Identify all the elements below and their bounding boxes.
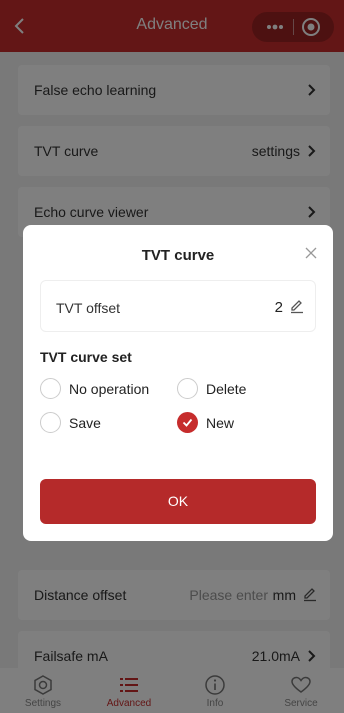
checkmark-icon: [182, 418, 193, 427]
radio-label: No operation: [69, 381, 150, 397]
edit-pencil-icon[interactable]: [289, 298, 305, 314]
tvt-curve-set-heading: TVT curve set: [40, 349, 132, 365]
tvt-offset-field[interactable]: TVT offset 2: [40, 280, 316, 332]
radio-label: Save: [69, 415, 101, 431]
tvt-curve-dialog: TVT curve TVT offset 2 TVT curve set No …: [23, 225, 333, 541]
radio-option-new[interactable]: New: [177, 412, 297, 434]
radio-option-delete[interactable]: Delete: [177, 378, 297, 400]
radio-label: New: [206, 415, 235, 431]
radio-option-no-operation[interactable]: No operation: [40, 378, 170, 400]
radio-circle[interactable]: [40, 412, 61, 433]
close-icon[interactable]: [303, 245, 319, 261]
dialog-title: TVT curve: [141, 247, 215, 264]
radio-circle[interactable]: [40, 378, 61, 399]
tvt-offset-value[interactable]: 2: [275, 299, 283, 316]
radio-option-save[interactable]: Save: [40, 412, 170, 434]
radio-label: Delete: [206, 381, 247, 397]
radio-circle-checked[interactable]: [177, 412, 198, 433]
ok-button[interactable]: OK: [40, 479, 316, 524]
radio-circle[interactable]: [177, 378, 198, 399]
tvt-offset-label: TVT offset: [56, 300, 121, 316]
